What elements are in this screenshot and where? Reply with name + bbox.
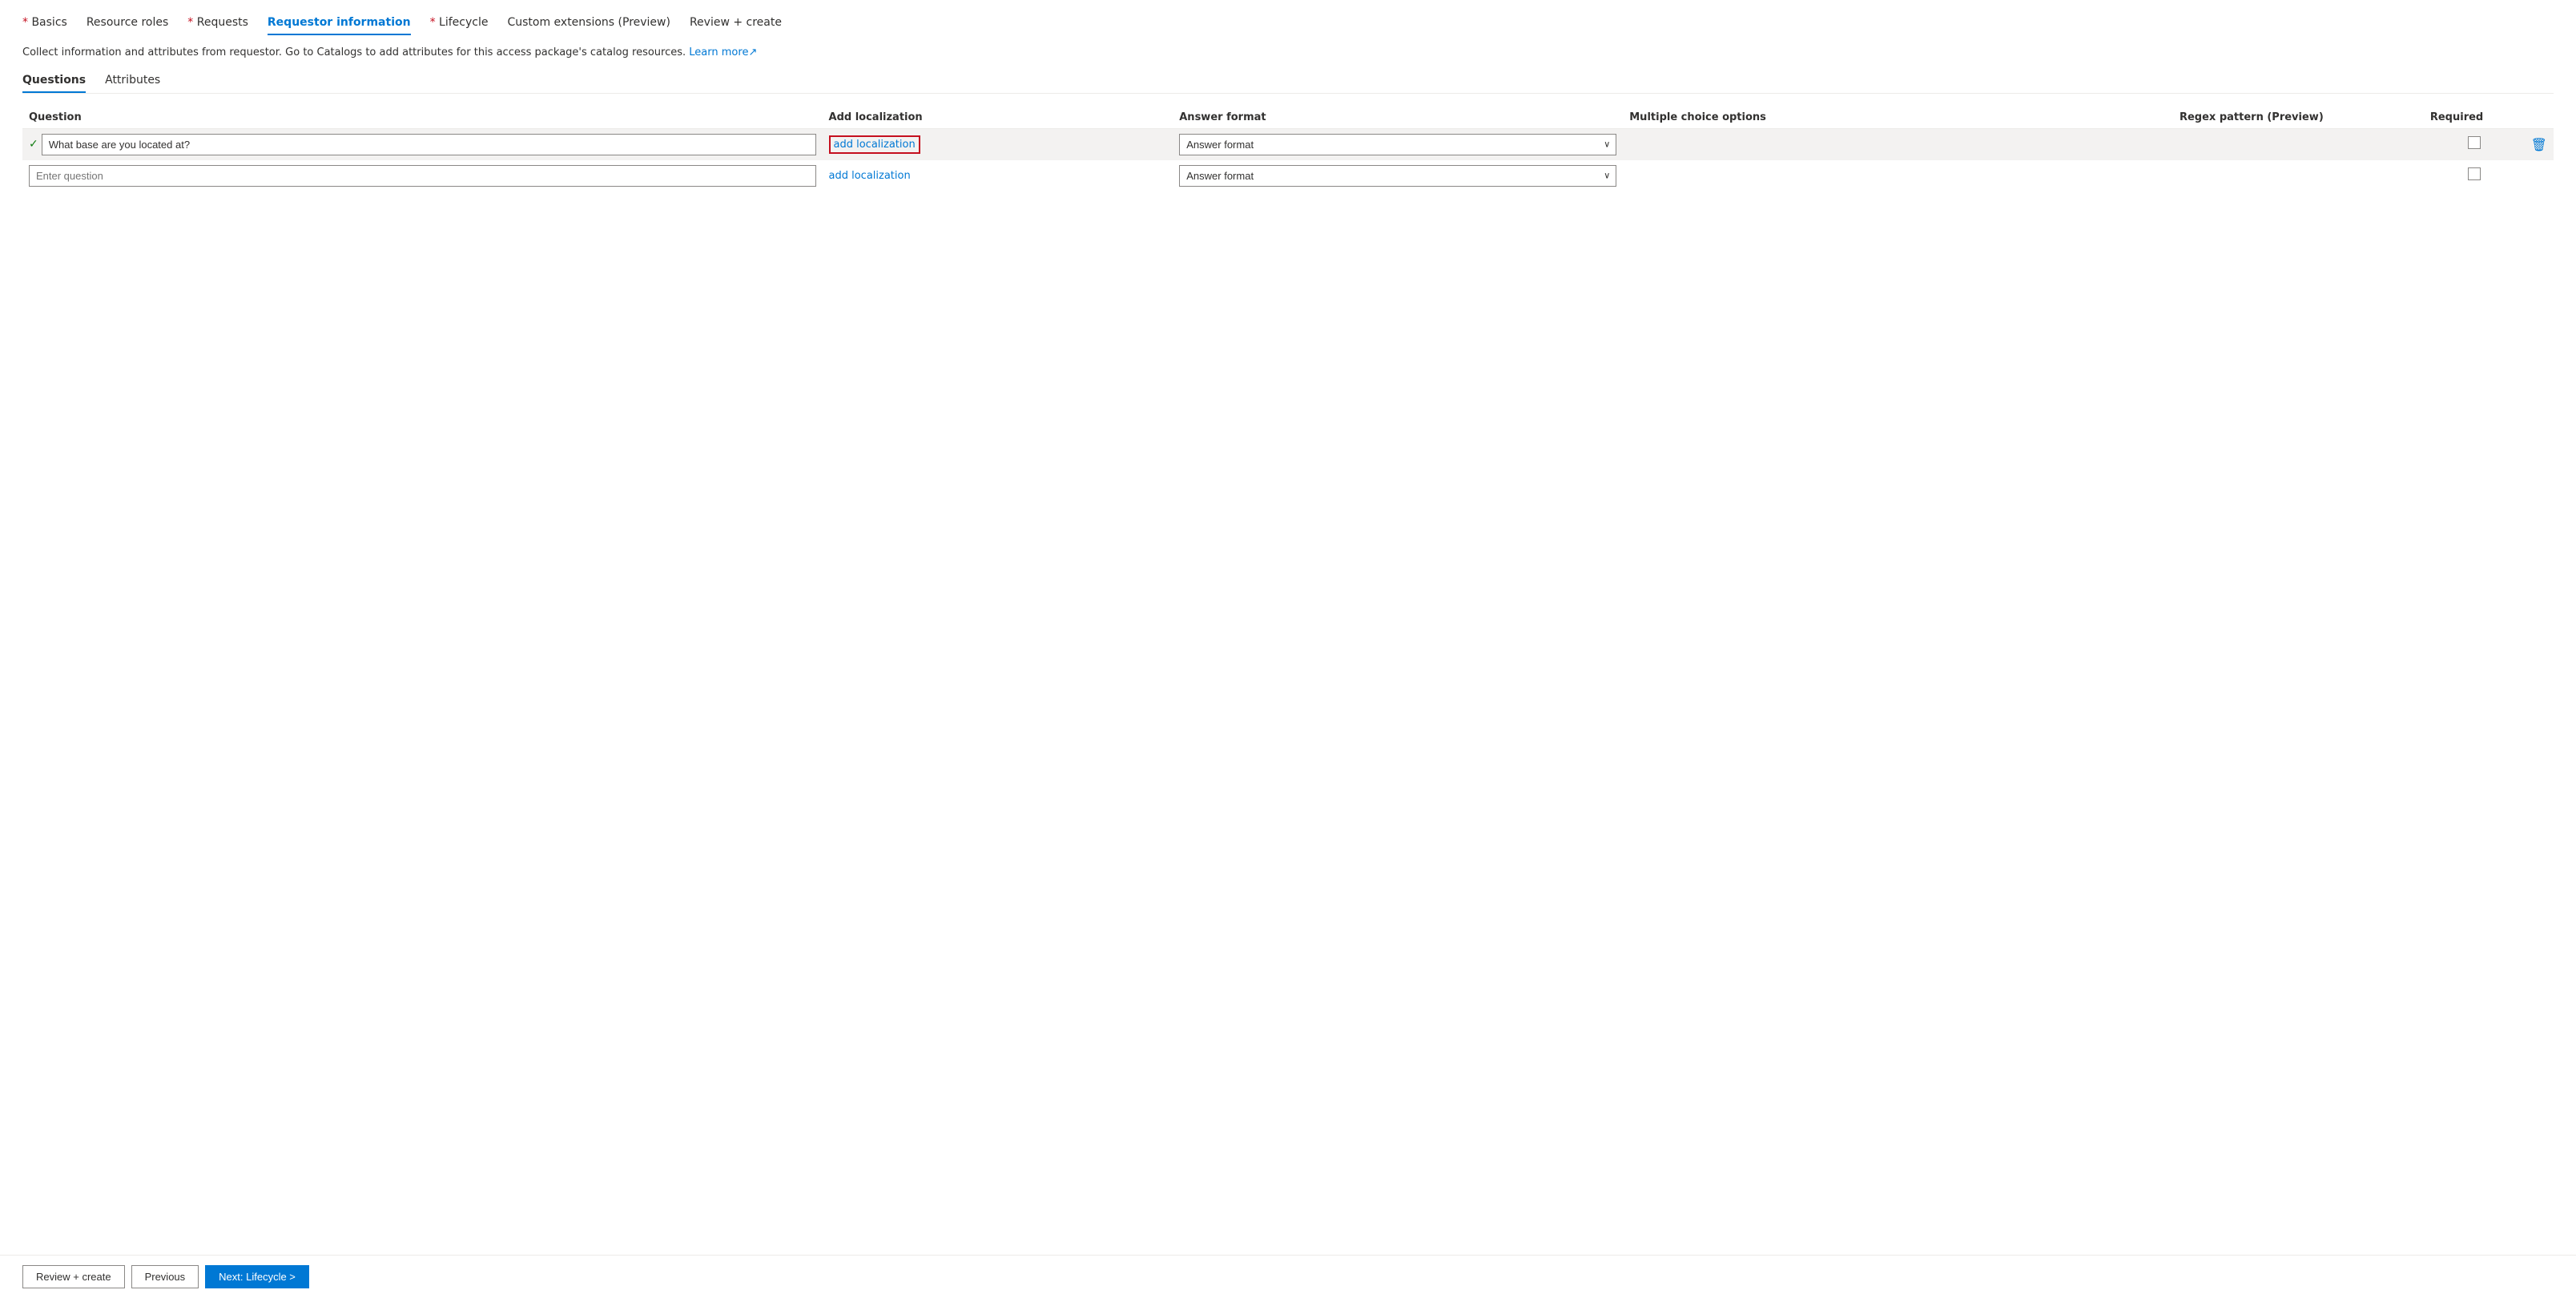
answer-format-select-1[interactable]: Answer format Short answer Long answer M… [1179, 134, 1616, 155]
sub-tab-attributes[interactable]: Attributes [105, 74, 160, 93]
next-lifecycle-button[interactable]: Next: Lifecycle > [205, 1265, 309, 1288]
col-header-regex: Regex pattern (Preview) [2173, 107, 2424, 129]
check-icon: ✓ [29, 138, 38, 151]
regex-cell-2 [2173, 160, 2424, 191]
tab-review-create-nav[interactable]: Review + create [690, 16, 782, 35]
regex-cell-1 [2173, 128, 2424, 160]
question-input-1[interactable] [42, 134, 816, 155]
tab-lifecycle[interactable]: Lifecycle [430, 16, 489, 35]
answer-format-wrapper-2: Answer format Short answer Long answer M… [1179, 165, 1616, 187]
col-header-required: Required [2424, 107, 2525, 129]
add-localization-link-1-highlighted[interactable]: add localization [829, 135, 920, 154]
multiple-choice-cell-1 [1623, 128, 2173, 160]
col-header-multiple-choice: Multiple choice options [1623, 107, 2173, 129]
delete-icon-1[interactable]: 🗑 [2531, 137, 2547, 152]
table-row: ✓ add localization Answer format Short a… [22, 128, 2554, 160]
multiple-choice-cell-2 [1623, 160, 2173, 191]
tab-custom-extensions[interactable]: Custom extensions (Preview) [507, 16, 670, 35]
previous-button[interactable]: Previous [131, 1265, 199, 1288]
col-header-question: Question [22, 107, 823, 129]
nav-tabs: Basics Resource roles Requests Requestor… [22, 16, 2554, 35]
required-checkbox-1[interactable] [2468, 136, 2481, 149]
learn-more-link[interactable]: Learn more↗ [689, 46, 757, 58]
delete-cell-2 [2525, 160, 2554, 191]
answer-format-select-2[interactable]: Answer format Short answer Long answer M… [1179, 165, 1616, 187]
tab-requestor-information[interactable]: Requestor information [268, 16, 411, 35]
tab-requests[interactable]: Requests [187, 16, 248, 35]
questions-table: Question Add localization Answer format … [22, 107, 2554, 191]
sub-tabs: Questions Attributes [22, 74, 2554, 94]
answer-format-wrapper-1: Answer format Short answer Long answer M… [1179, 134, 1616, 155]
col-header-localization: Add localization [823, 107, 1173, 129]
required-checkbox-2[interactable] [2468, 167, 2481, 180]
table-row: add localization Answer format Short ans… [22, 160, 2554, 191]
footer: Review + create Previous Next: Lifecycle… [0, 1255, 2576, 1298]
review-create-button[interactable]: Review + create [22, 1265, 125, 1288]
col-header-answer-format: Answer format [1173, 107, 1623, 129]
tab-basics[interactable]: Basics [22, 16, 67, 35]
add-localization-link-2[interactable]: add localization [829, 170, 911, 182]
tab-resource-roles[interactable]: Resource roles [87, 16, 168, 35]
sub-tab-questions[interactable]: Questions [22, 74, 86, 93]
page-description: Collect information and attributes from … [22, 45, 2554, 61]
col-header-delete [2525, 107, 2554, 129]
question-input-2[interactable] [29, 165, 816, 187]
